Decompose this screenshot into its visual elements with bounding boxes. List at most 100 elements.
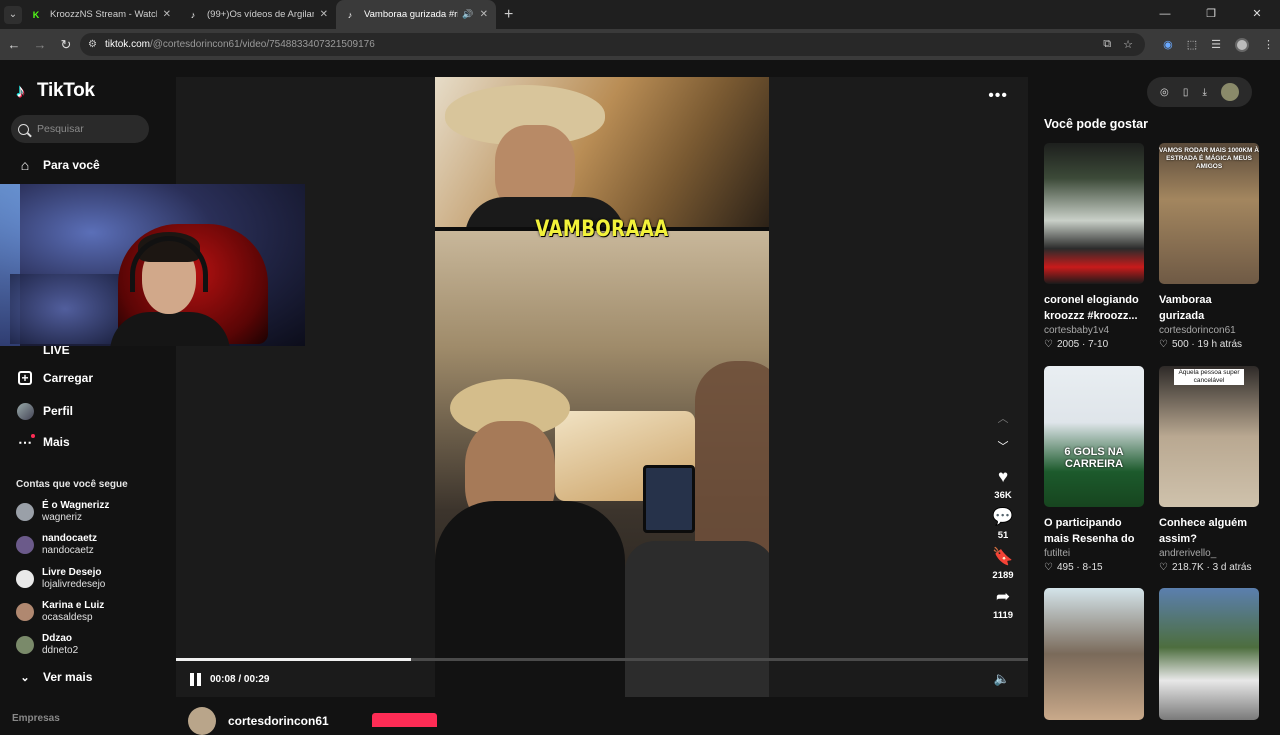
address-bar[interactable]: ⚙ tiktok.com/@cortesdorincon61/video/754… (80, 33, 1145, 56)
save-button[interactable]: 🔖 2189 (988, 547, 1018, 581)
save-count: 2189 (992, 570, 1014, 581)
account-handle: ocasaldesp (42, 612, 93, 623)
browser-menu-icon[interactable]: ⋮ (1263, 38, 1274, 51)
back-icon[interactable]: ← (2, 37, 26, 52)
author-name: cortesdorincon61 (228, 714, 329, 728)
video-thumbnail[interactable]: VAMOS RODAR MAIS 1000KM À ESTRADA É MÁGI… (1159, 143, 1259, 284)
comment-button[interactable]: 💬 51 (988, 507, 1018, 541)
suggested-video-card[interactable] (1044, 588, 1144, 720)
video-player[interactable]: VAMBORAAA ••• ︿ ﹀ ♥ 36K 💬 51 🔖 2189 ➦ 11… (176, 77, 1028, 697)
tab-close-icon[interactable]: ✕ (320, 9, 328, 20)
avatar[interactable] (1220, 83, 1239, 101)
heart-outline-icon: ♡ (1159, 562, 1168, 573)
reading-list-icon[interactable]: ☰ (1211, 38, 1221, 51)
maximize-icon[interactable]: ❐ (1188, 0, 1234, 29)
extensions-puzzle-icon[interactable]: ⬚ (1187, 38, 1197, 51)
phone-icon[interactable]: ▯ (1183, 87, 1189, 98)
footer-heading: Empresas (12, 713, 60, 724)
tab-close-icon[interactable]: ✕ (480, 9, 488, 20)
profile-avatar[interactable] (1235, 37, 1249, 52)
nav-item-carregar[interactable]: + Carregar (16, 371, 93, 385)
video-thumbnail[interactable] (1159, 588, 1259, 720)
next-video-icon[interactable]: ﹀ (988, 433, 1018, 461)
pause-icon[interactable] (190, 673, 204, 686)
suggested-video-card[interactable] (1159, 588, 1259, 720)
thumbnail-overlay-text: VAMOS RODAR MAIS 1000KM À ESTRADA É MÁGI… (1159, 147, 1259, 170)
video-thumbnail[interactable] (1044, 143, 1144, 284)
tab-close-icon[interactable]: ✕ (163, 9, 171, 20)
nav-item-mais[interactable]: ⋯ Mais (16, 433, 70, 451)
following-account[interactable]: Livre Desejo lojalivredesejo (16, 567, 105, 591)
bookmark-star-icon[interactable]: ☆ (1123, 38, 1133, 51)
tiktok-favicon-icon: ♪ (347, 9, 353, 20)
account-name: Livre Desejo (42, 567, 102, 578)
browser-tab[interactable]: ♪ (99+)Os vídeos de Argilandes A ✕ (179, 0, 336, 29)
heart-outline-icon: ♡ (1159, 339, 1168, 350)
forward-icon[interactable]: → (28, 37, 52, 52)
card-date: 3 d atrás (1212, 562, 1252, 573)
download-icon[interactable]: ⤓ (1202, 87, 1206, 98)
browser-tab-bar: ⌄ K KroozzNS Stream - Watch Live o ✕ ♪ (… (0, 0, 1280, 29)
avatar (16, 636, 34, 654)
video-thumbnail[interactable]: 6 GOLS NA CARREIRA (1044, 366, 1144, 507)
logo-text: TikTok (37, 80, 95, 101)
see-more-button[interactable]: ⌄ Ver mais (16, 670, 92, 684)
suggested-video-card[interactable]: Aquela pessoa super cancelável Conhece a… (1159, 366, 1259, 575)
like-count: 36K (994, 490, 1012, 501)
video-progress-bar[interactable] (176, 658, 1028, 661)
comment-icon: 💬 (992, 507, 1014, 526)
time-total: 00:29 (243, 674, 270, 685)
card-meta: ♡ 495 · 8-15 (1044, 562, 1103, 573)
video-actions: ︿ ﹀ ♥ 36K 💬 51 🔖 2189 ➦ 1119 (988, 405, 1018, 621)
browser-tab[interactable]: K KroozzNS Stream - Watch Live o ✕ (22, 0, 179, 29)
tab-audio-icon[interactable]: 🔊 (462, 9, 473, 20)
following-account[interactable]: É o Wagnerizz wagneriz (16, 500, 109, 524)
bookmark-icon: 🔖 (992, 547, 1014, 566)
home-icon: ⌂ (20, 157, 30, 173)
following-account[interactable]: Ddzao ddneto2 (16, 633, 78, 657)
extension-icon[interactable]: ◉ (1163, 38, 1173, 51)
account-handle: lojalivredesejo (42, 579, 106, 590)
search-input[interactable]: Pesquisar (11, 115, 149, 143)
suggested-video-card[interactable]: 6 GOLS NA CARREIRA O participando mais R… (1044, 366, 1144, 575)
nav-label: Para você (43, 158, 100, 172)
video-thumbnail[interactable]: Aquela pessoa super cancelável (1159, 366, 1259, 507)
nav-item-para-voce[interactable]: ⌂ Para você (16, 156, 100, 174)
card-meta: ♡ 500 · 19 h atrás (1159, 339, 1243, 350)
previous-video-icon[interactable]: ︿ (988, 405, 1018, 433)
more-options-icon[interactable]: ••• (988, 87, 1008, 105)
nav-item-perfil[interactable]: Perfil (16, 402, 73, 420)
share-count: 1119 (992, 610, 1014, 621)
volume-icon[interactable]: 🔈 (994, 671, 1010, 687)
thumbnail-overlay-text: Aquela pessoa super cancelável (1174, 369, 1244, 385)
video-timecode: 00:08 / 00:29 (210, 674, 270, 685)
like-button[interactable]: ♥ 36K (988, 467, 1018, 501)
compass-icon[interactable]: ◎ (1160, 87, 1169, 98)
plus-square-icon: + (18, 371, 32, 385)
site-info-icon[interactable]: ⚙ (88, 39, 97, 50)
avatar (16, 570, 34, 588)
new-tab-icon[interactable]: + (504, 6, 513, 24)
suggested-video-card[interactable]: VAMOS RODAR MAIS 1000KM À ESTRADA É MÁGI… (1159, 143, 1259, 352)
video-frame[interactable]: VAMBORAAA (435, 77, 769, 697)
nav-label: Carregar (43, 371, 94, 385)
following-account[interactable]: nandocaetz nandocaetz (16, 533, 97, 557)
tab-search-icon[interactable]: ⌄ (4, 5, 22, 24)
video-thumbnail[interactable] (1044, 588, 1144, 720)
minimize-icon[interactable]: — (1142, 0, 1188, 29)
close-window-icon[interactable]: ✕ (1234, 0, 1280, 29)
follow-button[interactable] (372, 713, 437, 727)
search-icon (18, 123, 29, 135)
heart-icon: ♥ (997, 467, 1009, 486)
video-author[interactable]: cortesdorincon61 (188, 707, 329, 735)
install-app-icon[interactable]: ⧉ (1103, 38, 1111, 51)
following-account[interactable]: Karina e Luiz ocasaldesp (16, 600, 104, 624)
avatar (16, 536, 34, 554)
share-button[interactable]: ➦ 1119 (988, 587, 1018, 621)
suggested-video-card[interactable]: coronel elogiando kroozzz #kroozz... cor… (1044, 143, 1144, 352)
reload-icon[interactable]: ↻ (54, 37, 78, 53)
browser-tab-active[interactable]: ♪ Vamboraa gurizada #rincon 🔊 ✕ (336, 0, 496, 29)
tiktok-logo[interactable]: ♪ TikTok (16, 80, 95, 102)
account-handle: nandocaetz (42, 545, 94, 556)
account-name: Karina e Luiz (42, 600, 105, 611)
